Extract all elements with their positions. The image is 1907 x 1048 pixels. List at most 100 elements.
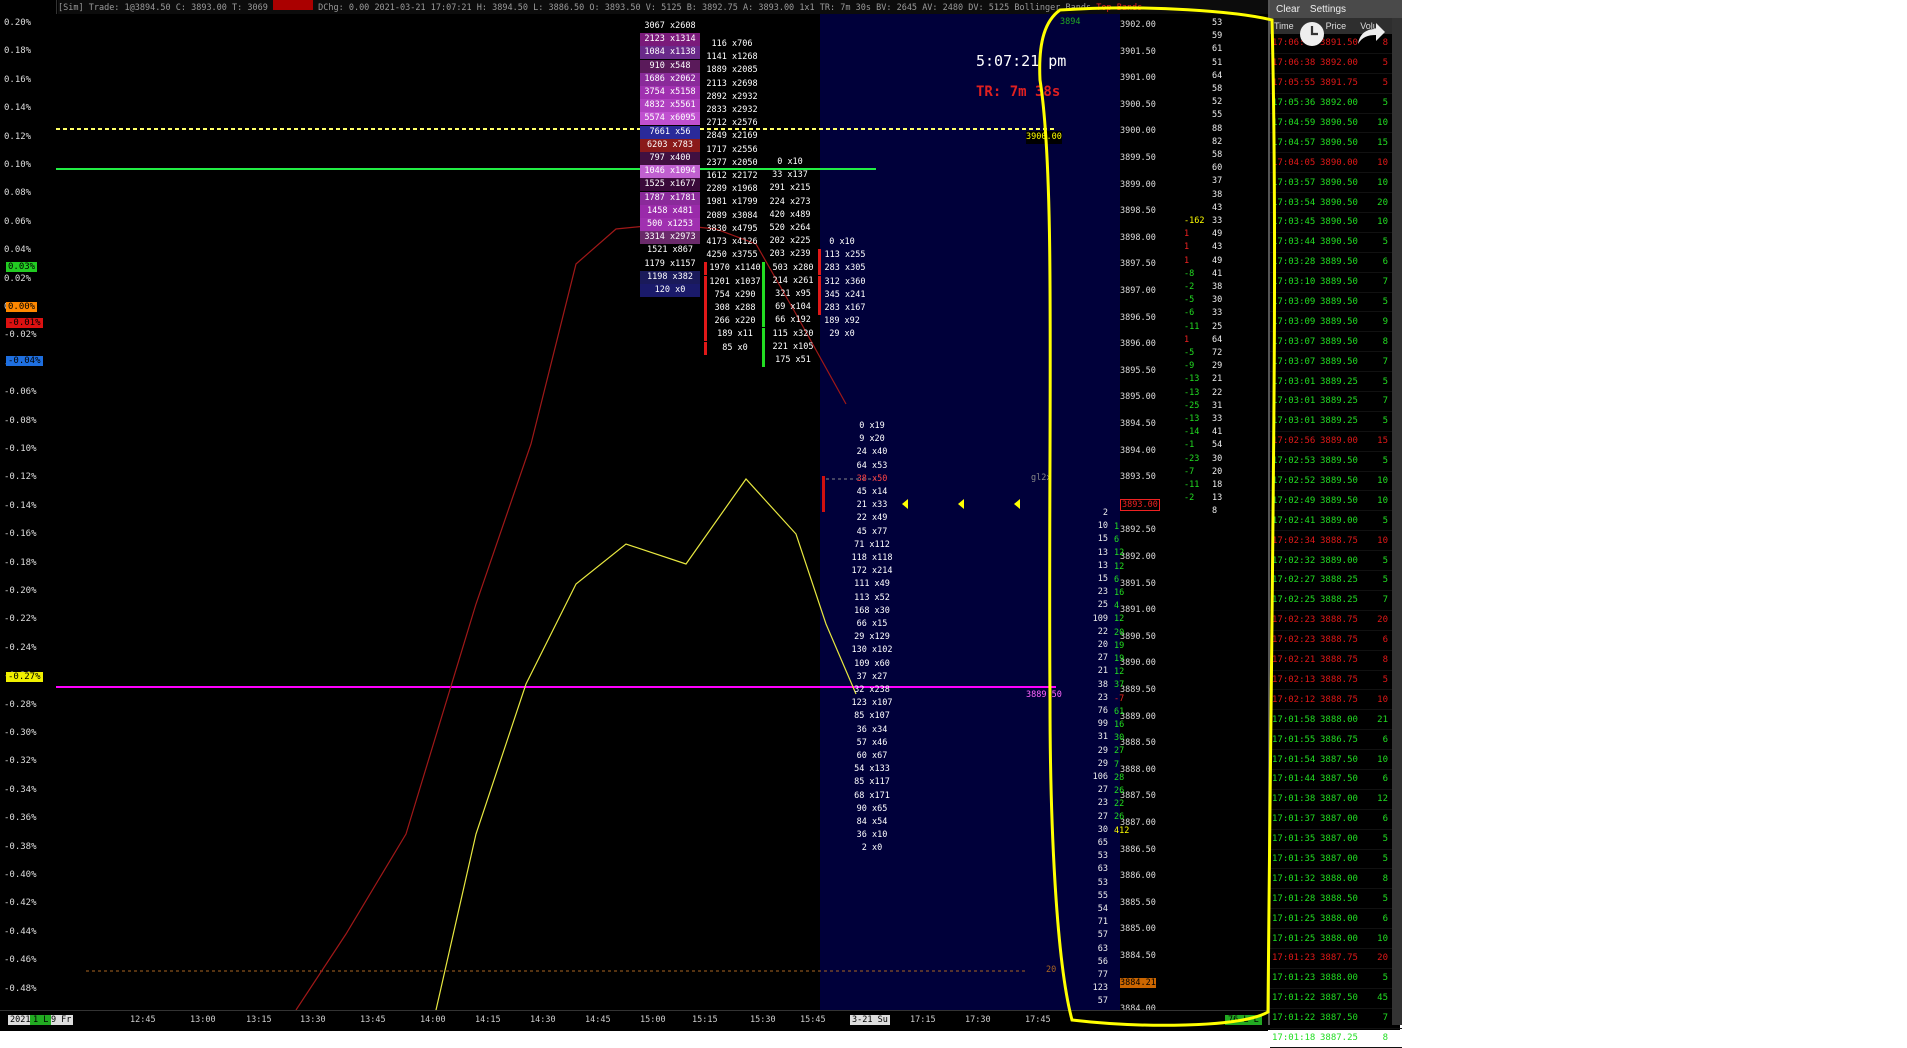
clock-icon[interactable] <box>1298 20 1326 52</box>
tns-row[interactable]: 17:02:34 3888.75 10 <box>1270 531 1402 552</box>
tns-time: 17:02:34 <box>1272 535 1316 546</box>
ladder-volume-right: 60 <box>1212 163 1223 174</box>
tns-row[interactable]: 17:02:23 3888.75 6 <box>1270 631 1402 651</box>
tns-row[interactable]: 17:03:09 3889.50 9 <box>1270 312 1402 333</box>
price-ladder-price: 3892.00 <box>1120 552 1156 562</box>
tns-row[interactable]: 17:03:01 3889.25 5 <box>1270 412 1402 432</box>
tns-row[interactable]: 17:01:37 3887.00 6 <box>1270 810 1402 830</box>
tns-row[interactable]: 17:02:32 3889.00 5 <box>1270 551 1402 572</box>
share-arrow-icon[interactable] <box>1356 20 1386 50</box>
tns-price: 3892.00 <box>1320 58 1358 69</box>
tns-time: 17:03:01 <box>1272 376 1316 387</box>
tns-row[interactable]: 17:03:57 3890.50 10 <box>1270 173 1402 194</box>
tns-row[interactable]: 17:03:28 3889.50 6 <box>1270 253 1402 273</box>
tns-row[interactable]: 17:03:10 3889.50 7 <box>1270 273 1402 293</box>
tns-row[interactable]: 17:01:23 3887.75 20 <box>1270 949 1402 969</box>
close-label: C: 3893.00 <box>175 3 227 13</box>
ladder-volume-right: 82 <box>1212 136 1223 147</box>
tns-price: 3889.00 <box>1320 436 1358 447</box>
tns-row[interactable]: 17:03:09 3889.50 5 <box>1270 293 1402 313</box>
time-and-sales-panel: Clear Settings Time Price Volu 17:06:44 3… <box>1268 0 1402 1048</box>
tns-row[interactable]: 17:03:01 3889.25 7 <box>1270 392 1402 412</box>
tns-row[interactable]: 17:02:56 3889.00 15 <box>1270 432 1402 452</box>
tns-row[interactable]: 17:05:55 3891.75 5 <box>1270 74 1402 94</box>
tns-row[interactable]: 17:02:12 3888.75 10 <box>1270 690 1402 711</box>
y-tick-label: 0.12% <box>4 131 32 142</box>
tns-price: 3888.75 <box>1320 655 1358 666</box>
tns-time: 17:02:12 <box>1272 694 1316 705</box>
tns-row[interactable]: 17:01:22 3887.50 45 <box>1270 989 1402 1009</box>
tns-price: 3888.00 <box>1320 933 1358 944</box>
ladder-volume-left: 15 <box>1097 534 1108 545</box>
ladder-delta-left: 27 <box>1114 746 1125 757</box>
col-price[interactable]: Price <box>1326 21 1347 31</box>
tns-time: 17:03:09 <box>1272 316 1316 327</box>
ladder-volume-right: 51 <box>1212 57 1223 68</box>
low-label: L: 3886.50 <box>533 3 585 13</box>
tns-row[interactable]: 17:04:05 3890.00 10 <box>1270 153 1402 174</box>
x-axis[interactable]: 2021-3-19 Fr12:4513:0013:1513:3013:4514:… <box>0 1010 1268 1031</box>
tns-row[interactable]: 17:03:01 3889.25 5 <box>1270 372 1402 393</box>
tns-row[interactable]: 17:06:38 3892.00 5 <box>1270 54 1402 74</box>
tns-row[interactable]: 17:02:49 3889.50 10 <box>1270 491 1402 512</box>
chart-area[interactable]: 5:07:21 pm TR: 7m 38s 3900.00 3889.50 gl2x… <box>56 14 1268 1010</box>
footprint-cell: 4832 x5561 <box>640 99 700 113</box>
tns-row[interactable]: 17:04:59 3890.50 10 <box>1270 114 1402 134</box>
footprint-cell: 3754 x5158 <box>640 86 700 99</box>
tns-row[interactable]: 17:02:21 3888.75 8 <box>1270 651 1402 671</box>
tns-price: 3889.50 <box>1320 495 1358 506</box>
tns-size: 20 <box>1377 615 1388 626</box>
tns-row[interactable]: 17:01:28 3888.50 5 <box>1270 889 1402 910</box>
tns-row[interactable]: 17:01:25 3888.00 6 <box>1270 909 1402 930</box>
tns-row[interactable]: 17:01:22 3887.50 7 <box>1270 1009 1402 1029</box>
tns-row[interactable]: 17:02:27 3888.25 5 <box>1270 571 1402 591</box>
tns-row[interactable]: 17:03:44 3890.50 5 <box>1270 233 1402 253</box>
magenta-level-label: 3889.50 <box>1026 690 1062 700</box>
tns-row[interactable]: 17:01:54 3887.50 10 <box>1270 750 1402 770</box>
tns-row[interactable]: 17:02:13 3888.75 5 <box>1270 671 1402 691</box>
tns-row[interactable]: 17:01:44 3887.50 6 <box>1270 770 1402 790</box>
tns-row[interactable]: 17:05:36 3892.00 5 <box>1270 94 1402 114</box>
tns-scrollbar[interactable] <box>1392 18 1402 1025</box>
tns-row[interactable]: 17:02:53 3889.50 5 <box>1270 452 1402 472</box>
footprint-cell: 123 x107 <box>851 698 893 709</box>
tns-row[interactable]: 17:03:54 3890.50 20 <box>1270 193 1402 214</box>
y-tick-label: -0.28% <box>4 699 37 710</box>
col-time[interactable]: Time <box>1274 21 1294 31</box>
tns-time: 17:02:27 <box>1272 575 1316 586</box>
clear-button[interactable]: Clear <box>1276 4 1300 15</box>
tns-row[interactable]: 17:02:25 3888.25 7 <box>1270 591 1402 611</box>
tns-row[interactable]: 17:04:57 3890.50 15 <box>1270 133 1402 154</box>
ladder-delta-left: 7 <box>1114 759 1120 770</box>
tns-row[interactable]: 17:03:07 3889.50 7 <box>1270 352 1402 373</box>
ladder-volume-left: 30 <box>1097 824 1108 835</box>
tns-row[interactable]: 17:03:07 3889.50 8 <box>1270 332 1402 353</box>
tns-row[interactable]: 17:01:18 3887.25 8 <box>1270 1029 1402 1048</box>
footprint-cell: 85 x0 <box>704 341 763 355</box>
tns-row[interactable]: 17:02:41 3889.00 5 <box>1270 511 1402 532</box>
tns-size: 7 <box>1382 595 1388 606</box>
footprint-cell: 308 x288 <box>704 302 763 315</box>
tns-row[interactable]: 17:01:32 3888.00 8 <box>1270 869 1402 890</box>
tns-row[interactable]: 17:02:52 3889.50 10 <box>1270 472 1402 492</box>
price-ladder-price: 3893.50 <box>1120 472 1156 483</box>
tns-row[interactable]: 17:01:38 3887.00 12 <box>1270 790 1402 810</box>
y-tick-label: -0.48% <box>4 983 37 994</box>
ladder-volume-right: 22 <box>1212 387 1223 398</box>
tns-size: 5 <box>1382 515 1388 526</box>
tns-row[interactable]: 17:03:45 3890.50 10 <box>1270 213 1402 233</box>
tns-row[interactable]: 17:01:23 3888.00 5 <box>1270 969 1402 989</box>
tns-row[interactable]: 17:01:25 3888.00 10 <box>1270 929 1402 949</box>
tns-row[interactable]: 17:01:55 3886.75 6 <box>1270 730 1402 751</box>
tns-row[interactable]: 17:01:35 3887.00 5 <box>1270 850 1402 870</box>
ladder-volume-right: 58 <box>1212 150 1223 160</box>
settings-button[interactable]: Settings <box>1310 4 1346 15</box>
tns-row[interactable]: 17:01:35 3887.00 5 <box>1270 830 1402 850</box>
tns-size: 10 <box>1377 754 1388 765</box>
ask-label: A: 3893.00 <box>743 3 795 13</box>
y-axis[interactable]: 0.20% 0.18% 0.16% 0.14% 0.12% 0.10% 0.08% 0.06%… <box>0 0 57 1010</box>
tns-row[interactable]: 17:01:58 3888.00 21 <box>1270 710 1402 731</box>
footprint-cell: 910 x548 <box>640 59 700 73</box>
tns-time: 17:02:53 <box>1272 456 1316 467</box>
tns-row[interactable]: 17:02:23 3888.75 20 <box>1270 611 1402 631</box>
